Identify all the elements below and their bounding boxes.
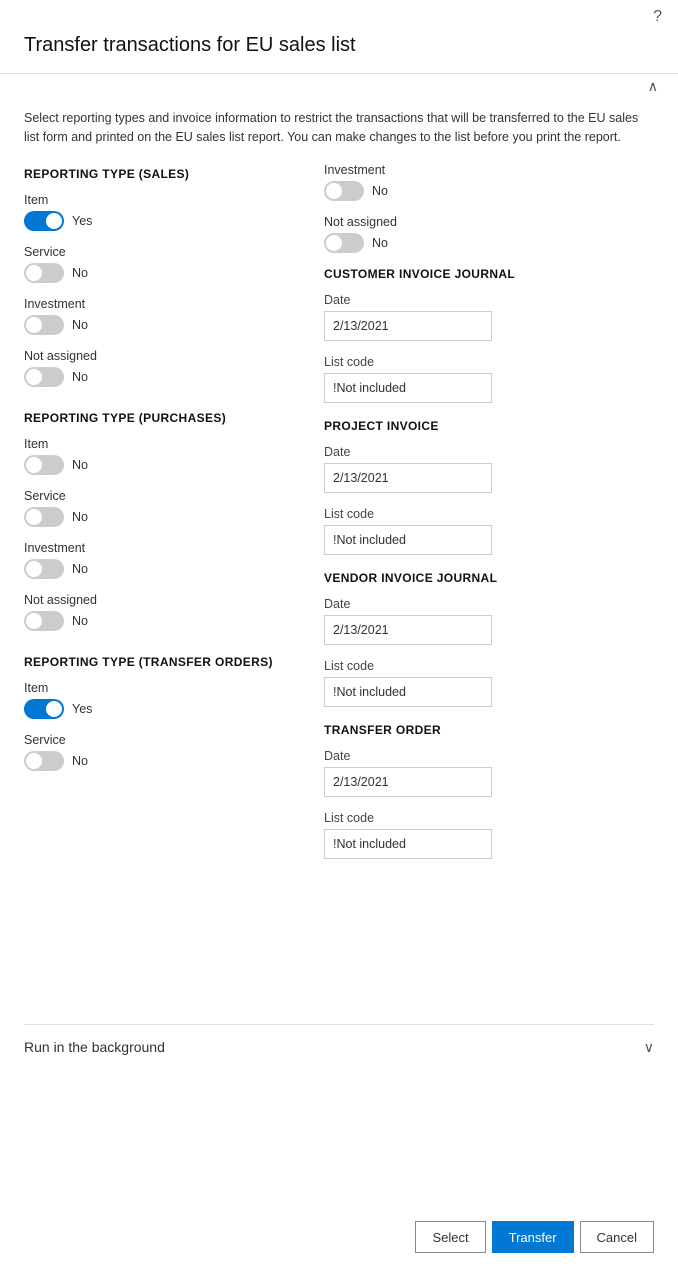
sales-right-investment-label: Investment [324,163,654,177]
transfer-order-date-field: Date [324,749,654,797]
sales-notassigned-value: No [72,370,88,384]
section-description: Select reporting types and invoice infor… [0,99,678,163]
customer-invoice-listcode-input[interactable] [324,373,492,403]
select-button[interactable]: Select [415,1221,485,1253]
purchases-notassigned-toggle[interactable] [24,611,64,631]
sales-service-toggle[interactable] [24,263,64,283]
sales-item-value: Yes [72,214,92,228]
purchases-service-toggle[interactable] [24,507,64,527]
customer-invoice-date-label: Date [324,293,654,307]
purchases-investment-value: No [72,562,88,576]
run-in-background-label: Run in the background [24,1039,165,1055]
sales-investment-toggle[interactable] [24,315,64,335]
vendor-invoice-listcode-input[interactable] [324,677,492,707]
help-icon[interactable]: ? [653,8,662,26]
purchases-investment-field: Investment No [24,541,294,579]
purchases-service-value: No [72,510,88,524]
purchases-notassigned-field: Not assigned No [24,593,294,631]
transfer-service-value: No [72,754,88,768]
transfer-order-header: TRANSFER ORDER [324,723,654,737]
sales-service-value: No [72,266,88,280]
run-in-background-section[interactable]: Run in the background ∨ [24,1024,654,1070]
sales-right-investment-field: Investment No [324,163,654,201]
sales-notassigned-toggle[interactable] [24,367,64,387]
purchases-item-field: Item No [24,437,294,475]
customer-invoice-listcode-field: List code [324,355,654,403]
collapse-icon[interactable]: ∧ [648,78,658,95]
customer-invoice-date-field: Date [324,293,654,341]
purchases-item-toggle[interactable] [24,455,64,475]
sales-right-investment-value: No [372,184,388,198]
vendor-invoice-date-input[interactable] [324,615,492,645]
sales-item-toggle[interactable] [24,211,64,231]
sales-right-notassigned-label: Not assigned [324,215,654,229]
sales-right-notassigned-toggle[interactable] [324,233,364,253]
purchases-item-value: No [72,458,88,472]
chevron-down-icon: ∨ [644,1039,654,1056]
footer-buttons: Select Transfer Cancel [0,1205,678,1269]
sales-right-notassigned-value: No [372,236,388,250]
reporting-type-transfer-orders-header: REPORTING TYPE (TRANSFER ORDERS) [24,655,294,669]
project-invoice-date-label: Date [324,445,654,459]
customer-invoice-listcode-label: List code [324,355,654,369]
reporting-type-purchases-header: REPORTING TYPE (PURCHASES) [24,411,294,425]
sales-item-label: Item [24,193,294,207]
transfer-button[interactable]: Transfer [492,1221,574,1253]
customer-invoice-date-input[interactable] [324,311,492,341]
sales-service-label: Service [24,245,294,259]
page-title: Transfer transactions for EU sales list [0,26,678,73]
sales-investment-field: Investment No [24,297,294,335]
purchases-investment-toggle[interactable] [24,559,64,579]
sales-notassigned-label: Not assigned [24,349,294,363]
transfer-order-listcode-field: List code [324,811,654,859]
sales-investment-value: No [72,318,88,332]
project-invoice-listcode-input[interactable] [324,525,492,555]
customer-invoice-journal-header: CUSTOMER INVOICE JOURNAL [324,267,654,281]
project-invoice-listcode-label: List code [324,507,654,521]
reporting-type-sales-header: REPORTING TYPE (SALES) [24,167,294,181]
purchases-investment-label: Investment [24,541,294,555]
sales-right-notassigned-field: Not assigned No [324,215,654,253]
purchases-notassigned-value: No [72,614,88,628]
vendor-invoice-date-label: Date [324,597,654,611]
transfer-item-value: Yes [72,702,92,716]
cancel-button[interactable]: Cancel [580,1221,654,1253]
project-invoice-date-input[interactable] [324,463,492,493]
purchases-notassigned-label: Not assigned [24,593,294,607]
sales-right-investment-toggle[interactable] [324,181,364,201]
transfer-item-field: Item Yes [24,681,294,719]
transfer-order-listcode-input[interactable] [324,829,492,859]
purchases-service-label: Service [24,489,294,503]
transfer-order-date-input[interactable] [324,767,492,797]
transfer-item-label: Item [24,681,294,695]
transfer-order-date-label: Date [324,749,654,763]
vendor-invoice-date-field: Date [324,597,654,645]
sales-service-field: Service No [24,245,294,283]
vendor-invoice-listcode-field: List code [324,659,654,707]
project-invoice-date-field: Date [324,445,654,493]
transfer-item-toggle[interactable] [24,699,64,719]
sales-investment-label: Investment [24,297,294,311]
transfer-order-listcode-label: List code [324,811,654,825]
vendor-invoice-journal-header: VENDOR INVOICE JOURNAL [324,571,654,585]
transfer-service-toggle[interactable] [24,751,64,771]
purchases-item-label: Item [24,437,294,451]
project-invoice-listcode-field: List code [324,507,654,555]
transfer-service-label: Service [24,733,294,747]
transfer-service-field: Service No [24,733,294,771]
vendor-invoice-listcode-label: List code [324,659,654,673]
purchases-service-field: Service No [24,489,294,527]
sales-item-field: Item Yes [24,193,294,231]
sales-notassigned-field: Not assigned No [24,349,294,387]
project-invoice-header: PROJECT INVOICE [324,419,654,433]
